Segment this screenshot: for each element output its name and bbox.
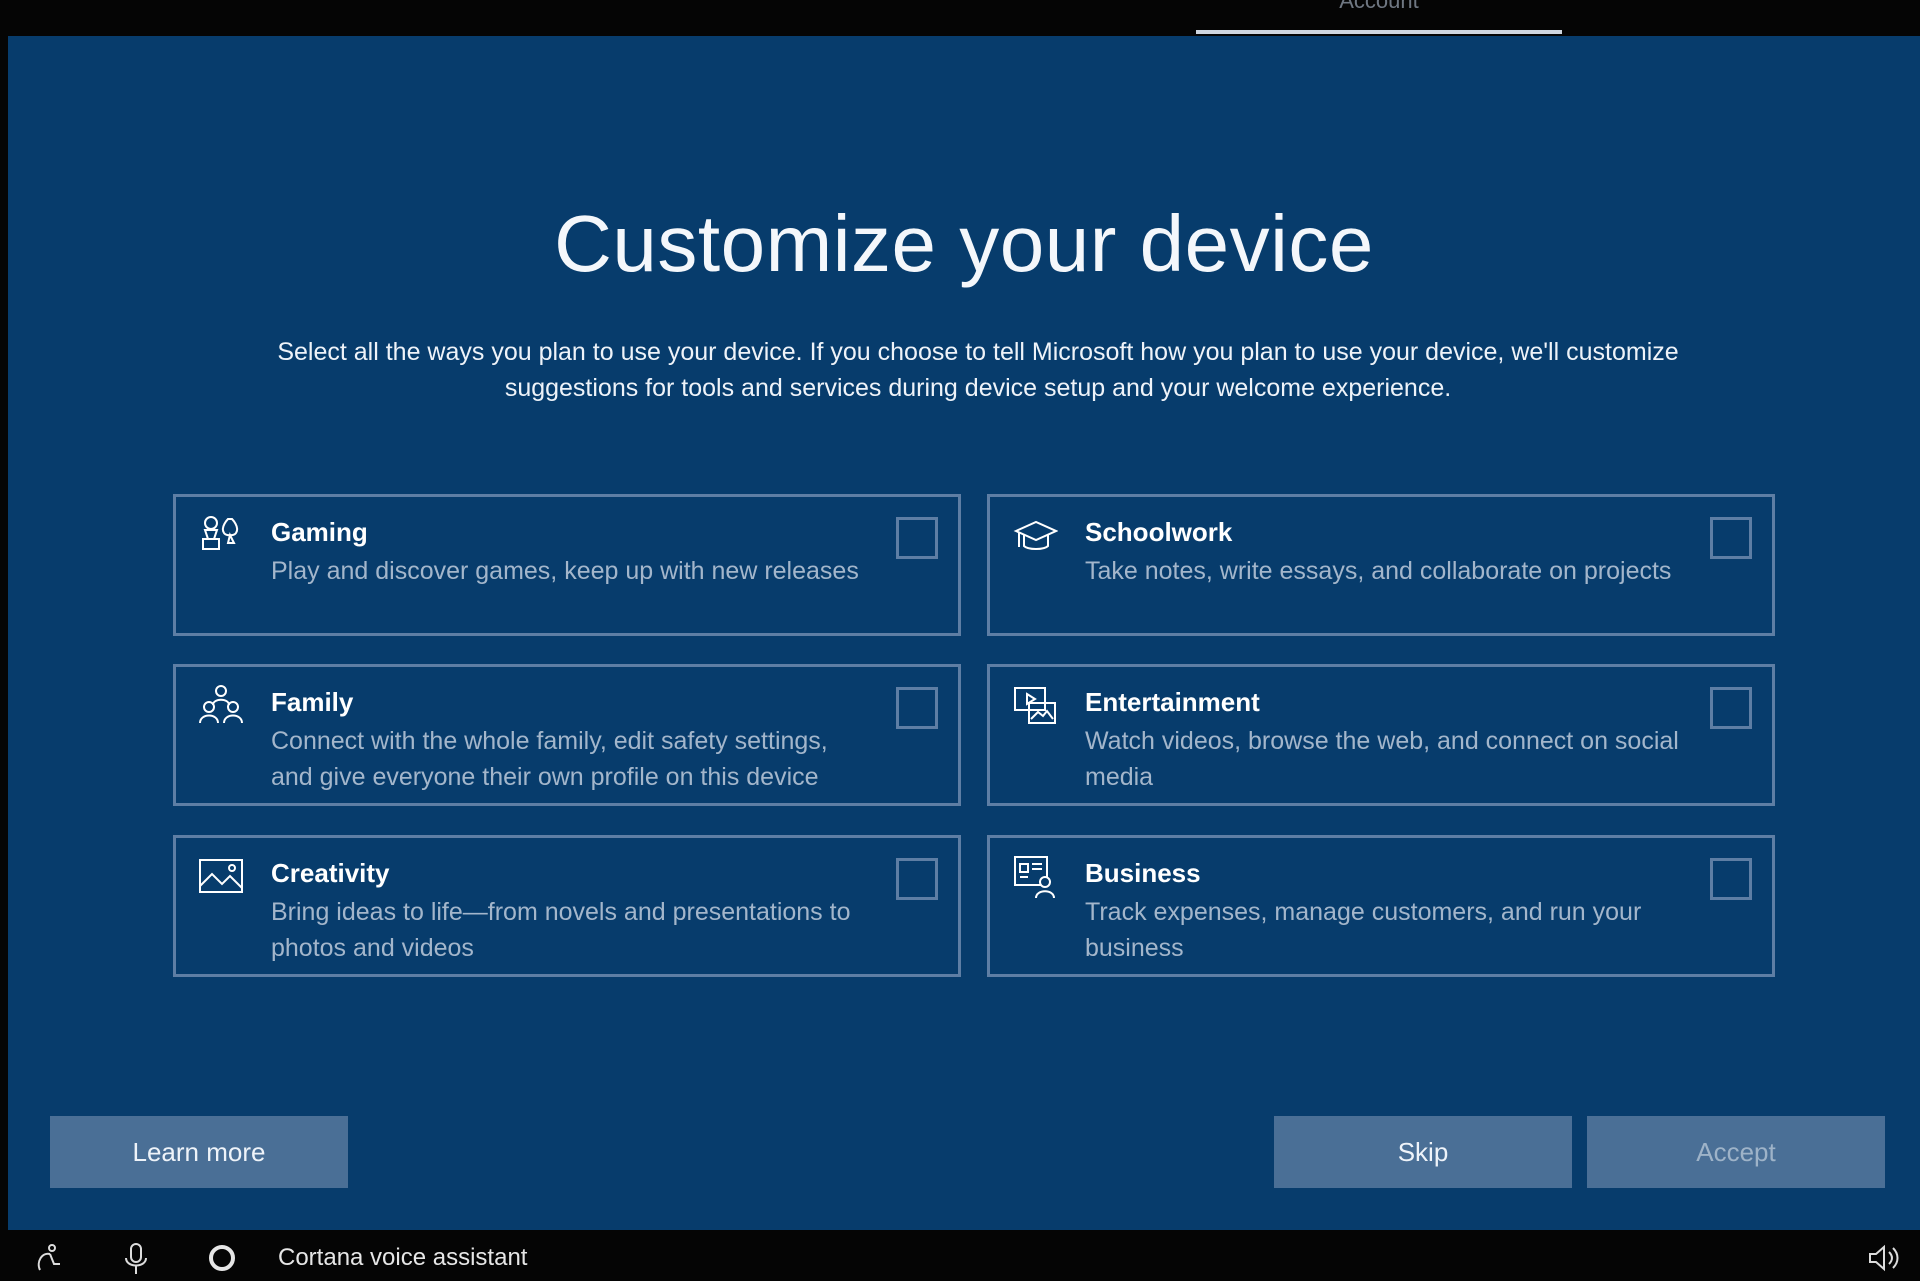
taskbar: Cortana voice assistant (0, 1230, 1920, 1281)
option-title: Gaming (271, 517, 368, 547)
option-description: Track expenses, manage customers, and ru… (1085, 898, 1642, 962)
picture-icon (198, 854, 244, 900)
accept-button[interactable]: Accept (1587, 1116, 1885, 1188)
schoolwork-checkbox[interactable] (1710, 517, 1752, 559)
business-icon (1012, 854, 1058, 900)
family-checkbox[interactable] (896, 687, 938, 729)
tab-account[interactable]: Account (1196, 0, 1562, 14)
option-description: Connect with the whole family, edit safe… (271, 727, 828, 791)
option-title: Family (271, 687, 354, 717)
entertainment-icon (1012, 683, 1058, 729)
gaming-icon (198, 513, 244, 559)
creativity-checkbox[interactable] (896, 858, 938, 900)
business-checkbox[interactable] (1710, 858, 1752, 900)
skip-button[interactable]: Skip (1274, 1116, 1572, 1188)
graduation-cap-icon (1012, 513, 1059, 559)
learn-more-button[interactable]: Learn more (50, 1116, 348, 1188)
option-entertainment[interactable]: Entertainment Watch videos, browse the w… (987, 664, 1775, 806)
option-title: Schoolwork (1085, 517, 1233, 547)
option-title: Creativity (271, 858, 390, 888)
family-icon (198, 683, 244, 729)
option-business[interactable]: Business Track expenses, manage customer… (987, 835, 1775, 977)
page-title: Customize your device (554, 199, 1374, 288)
options-grid: Gaming Play and discover games, keep up … (165, 458, 1781, 978)
cortana-label: Cortana voice assistant (278, 1244, 528, 1271)
option-description: Take notes, write essays, and collaborat… (1085, 557, 1672, 585)
microphone-icon[interactable] (118, 1240, 154, 1276)
volume-icon[interactable] (1866, 1240, 1902, 1276)
gaming-checkbox[interactable] (896, 517, 938, 559)
top-strip: Account (0, 0, 1920, 36)
option-title: Entertainment (1085, 687, 1260, 717)
option-creativity[interactable]: Creativity Bring ideas to life—from nove… (173, 835, 961, 977)
option-description: Watch videos, browse the web, and connec… (1085, 727, 1679, 791)
option-title: Business (1085, 858, 1201, 888)
entertainment-checkbox[interactable] (1710, 687, 1752, 729)
option-description: Bring ideas to life—from novels and pres… (271, 898, 851, 962)
option-description: Play and discover games, keep up with ne… (271, 557, 859, 585)
oobe-main-panel: Customize your device Select all the way… (8, 36, 1920, 1230)
option-gaming[interactable]: Gaming Play and discover games, keep up … (173, 494, 961, 636)
active-tab-indicator (1196, 30, 1562, 34)
cortana-icon[interactable] (204, 1240, 240, 1276)
accessibility-icon[interactable] (32, 1240, 68, 1276)
option-schoolwork[interactable]: Schoolwork Take notes, write essays, and… (987, 494, 1775, 636)
page-subtitle: Select all the ways you plan to use your… (277, 338, 1679, 402)
option-family[interactable]: Family Connect with the whole family, ed… (173, 664, 961, 806)
